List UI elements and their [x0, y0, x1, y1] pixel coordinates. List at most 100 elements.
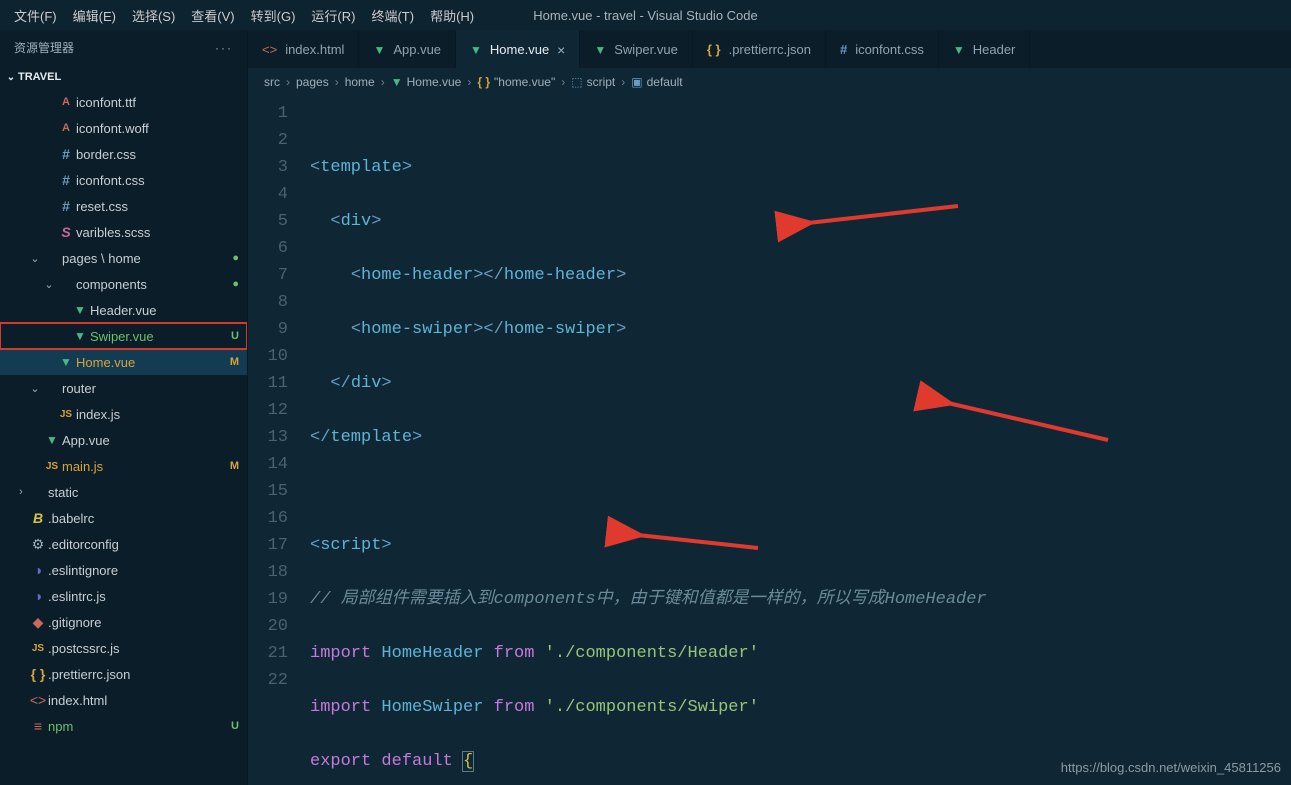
tree-item[interactable]: ⌄components● [0, 271, 247, 297]
tab-icon: ▼ [373, 42, 385, 57]
breadcrumb-item[interactable]: pages [296, 75, 329, 89]
line-number: 16 [248, 505, 288, 532]
menu-select[interactable]: 选择(S) [124, 2, 183, 29]
window-title: Home.vue - travel - Visual Studio Code [533, 8, 757, 23]
file-label: index.js [76, 407, 223, 422]
file-icon: # [56, 172, 76, 188]
tree-item[interactable]: ⚙.editorconfig [0, 531, 247, 557]
file-label: .babelrc [48, 511, 223, 526]
breadcrumb-icon: ▣ [631, 75, 642, 89]
tree-item[interactable]: ›static [0, 479, 247, 505]
line-number: 17 [248, 532, 288, 559]
sidebar-more-icon[interactable]: ··· [215, 41, 233, 55]
breadcrumb-item[interactable]: ▼Home.vue [391, 75, 462, 89]
line-number: 12 [248, 397, 288, 424]
tree-item[interactable]: <>index.html [0, 687, 247, 713]
code-content[interactable]: <template> <div> <home-header></home-hea… [306, 96, 1291, 785]
file-icon: ◑ [28, 562, 48, 578]
line-number: 21 [248, 640, 288, 667]
tree-item[interactable]: Aiconfont.ttf [0, 89, 247, 115]
file-icon: ▼ [70, 303, 90, 317]
tree-item[interactable]: #border.css [0, 141, 247, 167]
file-label: iconfont.css [76, 173, 223, 188]
tree-item[interactable]: { }.prettierrc.json [0, 661, 247, 687]
line-number: 11 [248, 370, 288, 397]
sidebar: 资源管理器 ··· ⌄ TRAVEL Aiconfont.ttfAiconfon… [0, 30, 248, 785]
project-name: TRAVEL [18, 71, 61, 83]
file-label: router [62, 381, 223, 396]
file-label: Swiper.vue [90, 329, 223, 344]
tab[interactable]: ▼Home.vue× [456, 30, 580, 68]
file-status: M [223, 460, 239, 472]
file-icon: ▼ [42, 433, 62, 447]
breadcrumb-sep: › [286, 75, 290, 89]
breadcrumb-sep: › [467, 75, 471, 89]
breadcrumb-item[interactable]: ▣default [631, 75, 682, 89]
sidebar-title: 资源管理器 [14, 39, 74, 56]
tree-item[interactable]: JSindex.js [0, 401, 247, 427]
tab[interactable]: ▼Header [939, 30, 1031, 68]
breadcrumb-item[interactable]: home [345, 75, 375, 89]
tab[interactable]: ▼App.vue [359, 30, 456, 68]
line-number: 3 [248, 154, 288, 181]
tab-icon: ▼ [953, 42, 965, 57]
menu-goto[interactable]: 转到(G) [243, 2, 304, 29]
menu-edit[interactable]: 编辑(E) [65, 2, 124, 29]
tree-item[interactable]: Svaribles.scss [0, 219, 247, 245]
tree-item[interactable]: ◑.eslintrc.js [0, 583, 247, 609]
file-label: .gitignore [48, 615, 223, 630]
line-number: 19 [248, 586, 288, 613]
tree-item[interactable]: ▼Header.vue [0, 297, 247, 323]
file-icon: ⚙ [28, 536, 48, 553]
menu-run[interactable]: 运行(R) [303, 2, 363, 29]
code-editor[interactable]: 12345678910111213141516171819202122 <tem… [248, 96, 1291, 785]
line-number: 14 [248, 451, 288, 478]
file-label: static [48, 485, 223, 500]
line-number: 8 [248, 289, 288, 316]
file-status: ● [223, 252, 239, 264]
tab[interactable]: #iconfont.css [826, 30, 939, 68]
project-section[interactable]: ⌄ TRAVEL [0, 65, 247, 89]
file-label: index.html [48, 693, 223, 708]
tab[interactable]: ▼Swiper.vue [580, 30, 692, 68]
menu-view[interactable]: 查看(V) [183, 2, 242, 29]
close-icon[interactable]: × [557, 42, 565, 58]
line-number: 2 [248, 127, 288, 154]
tree-item[interactable]: ⌄router [0, 375, 247, 401]
tree-item[interactable]: #reset.css [0, 193, 247, 219]
file-icon: ◑ [28, 588, 48, 604]
tree-item[interactable]: B.babelrc [0, 505, 247, 531]
file-icon: { } [28, 666, 48, 682]
menu-terminal[interactable]: 终端(T) [363, 2, 422, 29]
breadcrumb-item[interactable]: { }"home.vue" [477, 75, 555, 89]
tab[interactable]: { }.prettierrc.json [693, 30, 826, 68]
breadcrumb-item[interactable]: src [264, 75, 280, 89]
tree-item[interactable]: JS.postcssrc.js [0, 635, 247, 661]
tree-item[interactable]: JSmain.jsM [0, 453, 247, 479]
line-number: 22 [248, 667, 288, 694]
breadcrumb-item[interactable]: ⬚script [571, 75, 615, 89]
file-label: iconfont.woff [76, 121, 223, 136]
tree-item[interactable]: ▼App.vue [0, 427, 247, 453]
file-label: npm [48, 719, 223, 734]
tree-item[interactable]: ▼Swiper.vueU [0, 323, 247, 349]
file-icon: ▼ [70, 329, 90, 343]
breadcrumb-sep: › [335, 75, 339, 89]
tab-icon: # [840, 42, 847, 57]
tree-item[interactable]: ⌄pages \ home● [0, 245, 247, 271]
tree-item[interactable]: ▼Home.vueM [0, 349, 247, 375]
file-icon: JS [56, 409, 76, 420]
tab-icon: ▼ [470, 42, 482, 57]
menu-file[interactable]: 文件(F) [6, 2, 65, 29]
tree-item[interactable]: #iconfont.css [0, 167, 247, 193]
editor-area: <>index.html▼App.vue▼Home.vue×▼Swiper.vu… [248, 30, 1291, 785]
sidebar-header: 资源管理器 ··· [0, 30, 247, 65]
chevron-icon: ⌄ [42, 278, 56, 291]
tree-item[interactable]: ◑.eslintignore [0, 557, 247, 583]
tab[interactable]: <>index.html [248, 30, 359, 68]
menu-help[interactable]: 帮助(H) [422, 2, 482, 29]
tree-item[interactable]: Aiconfont.woff [0, 115, 247, 141]
file-icon: JS [42, 461, 62, 472]
tree-item[interactable]: ◆.gitignore [0, 609, 247, 635]
tree-item[interactable]: ≡npmU [0, 713, 247, 739]
